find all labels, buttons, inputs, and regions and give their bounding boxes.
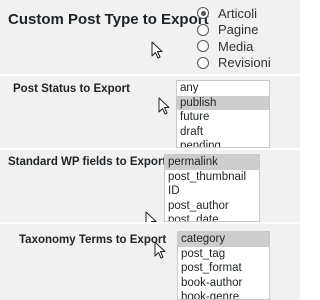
listbox-option-selected[interactable]: category	[178, 232, 269, 247]
taxonomy-label: Taxonomy Terms to Export	[19, 234, 167, 246]
radio-label-articoli[interactable]: Articoli	[218, 6, 257, 21]
radio-button-media[interactable]	[197, 40, 209, 52]
listbox-option[interactable]: future	[177, 110, 269, 125]
radio-button-pagine[interactable]	[197, 23, 209, 36]
listbox-option[interactable]: pending	[177, 139, 269, 147]
wp-fields-section: Standard WP fields to Export permalink p…	[0, 150, 300, 222]
radio-label-media[interactable]: Media	[218, 39, 253, 54]
listbox-option[interactable]: post_format	[178, 261, 269, 276]
radio-label-revisioni[interactable]: Revisioni	[218, 55, 271, 70]
listbox-option[interactable]: post_tag	[178, 247, 269, 262]
radio-button-articoli[interactable]	[197, 7, 209, 19]
taxonomy-listbox[interactable]: category post_tag post_format book-autho…	[177, 231, 270, 300]
post-status-label: Post Status to Export	[13, 83, 130, 95]
wp-fields-label: Standard WP fields to Export	[8, 156, 167, 168]
mouse-cursor-icon	[151, 41, 163, 59]
taxonomy-section: Taxonomy Terms to Export category post_t…	[0, 224, 300, 300]
listbox-option[interactable]: book-author	[178, 276, 269, 291]
post-type-label: Custom Post Type to Export	[8, 11, 209, 28]
listbox-option[interactable]: draft	[177, 125, 269, 140]
listbox-option-selected[interactable]: permalink	[165, 155, 259, 170]
mouse-cursor-icon	[154, 241, 166, 259]
radio-option-revisioni[interactable]: Revisioni	[197, 55, 271, 71]
wp-fields-listbox[interactable]: permalink post_thumbnail ID post_author …	[164, 154, 260, 222]
post-status-section: Post Status to Export any publish future…	[0, 76, 300, 148]
radio-button-revisioni[interactable]	[197, 56, 209, 69]
radio-option-articoli[interactable]: Articoli	[197, 5, 271, 21]
post-status-listbox[interactable]: any publish future draft pending	[176, 80, 270, 148]
listbox-option[interactable]: post_thumbnail	[165, 170, 259, 185]
listbox-option[interactable]: ID	[165, 184, 259, 199]
listbox-option[interactable]: book-genre	[178, 290, 269, 299]
listbox-option-selected[interactable]: publish	[177, 95, 269, 110]
listbox-option[interactable]: post_author	[165, 199, 259, 214]
radio-option-pagine[interactable]: Pagine	[197, 22, 271, 38]
radio-option-media[interactable]: Media	[197, 38, 271, 54]
mouse-cursor-icon	[158, 97, 170, 115]
post-type-section: Custom Post Type to Export Articoli Pagi…	[0, 0, 300, 74]
listbox-option[interactable]: post_date	[165, 213, 259, 221]
radio-label-pagine[interactable]: Pagine	[218, 22, 258, 37]
mouse-cursor-icon	[145, 211, 157, 222]
post-type-radio-group: Articoli Pagine Media Revisioni	[197, 5, 271, 71]
listbox-option[interactable]: any	[177, 81, 269, 96]
